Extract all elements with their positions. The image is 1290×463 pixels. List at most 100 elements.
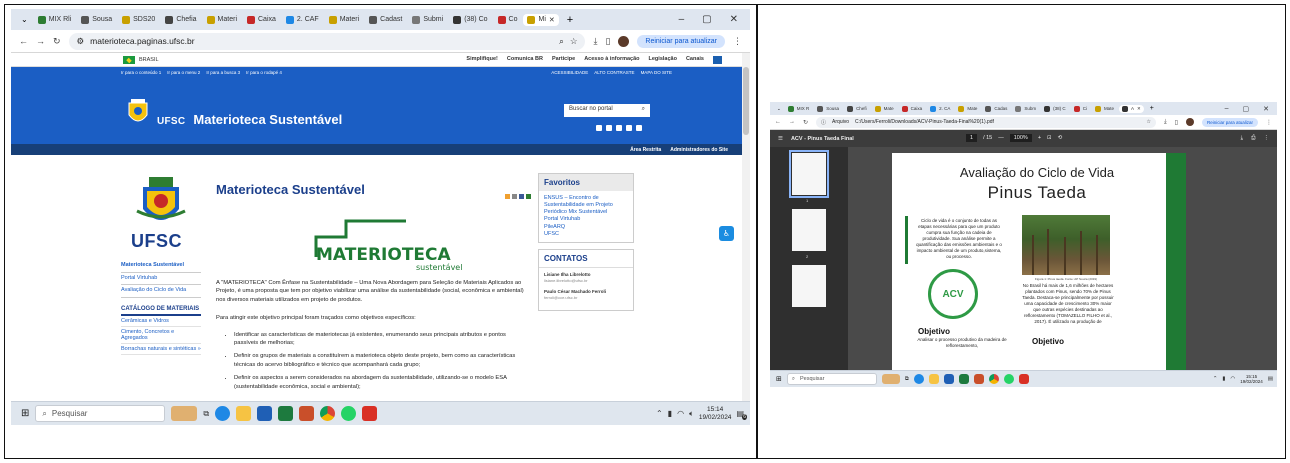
back-arrow-icon[interactable]: ← [19,36,28,46]
bookmark-star-icon[interactable]: ☆ [1147,119,1151,125]
browser-tab[interactable]: Materi [203,14,241,26]
sidepanel-icon[interactable]: ▯ [605,36,610,47]
update-button[interactable]: Reiniciar para atualizar [637,34,725,48]
download-icon[interactable]: ⤓ [593,36,597,47]
browser-tab[interactable]: Materi [325,14,363,26]
ufsc-logo-icon[interactable] [133,173,189,229]
excel-icon[interactable] [958,374,969,384]
zoom-in-icon[interactable]: + [1038,135,1041,141]
update-button[interactable]: Reiniciar para atualizar [1201,117,1258,127]
maximize-icon[interactable]: ▢ [1243,105,1250,113]
taskbar-clock[interactable]: 15:15 19/02/2024 [1240,374,1263,384]
tab-search-icon[interactable]: ⌄ [775,106,783,112]
minimize-icon[interactable]: – [679,14,685,25]
taskbar-search-input[interactable]: ⌕ Pesquisar [35,405,166,422]
browser-tab[interactable]: SDS20 [118,14,159,26]
windows-start-icon[interactable]: ⊞ [776,375,782,383]
download-icon[interactable]: ⤓ [1164,119,1167,126]
favorite-link[interactable]: PileARQ [544,224,628,231]
side-nav-item[interactable]: Materioteca Sustentável [121,260,201,273]
powerpoint-icon[interactable] [973,374,984,384]
favorite-link[interactable]: UFSC [544,231,628,238]
maximize-icon[interactable]: ▢ [702,14,711,25]
profile-avatar-icon[interactable] [618,35,630,47]
restricted-link[interactable]: Área Restrita [630,147,661,153]
tray-chevron-icon[interactable]: ⌃ [656,409,663,418]
forward-arrow-icon[interactable]: → [789,119,795,125]
contact-email[interactable]: ferroli@cce.ufsc.br [544,295,628,300]
whatsapp-icon[interactable] [1003,374,1014,384]
browser-tab[interactable]: A ✕ [1118,104,1144,113]
gov-menu-icon[interactable] [713,56,722,64]
catalog-item[interactable]: Cerâmicas e Vidros [121,316,201,328]
gov-brasil[interactable]: BRASIL [123,56,159,64]
zoom-out-icon[interactable]: — [998,135,1004,141]
volume-icon[interactable]: 🔈︎ [689,409,694,419]
excel-icon[interactable] [278,406,294,421]
profile-avatar-icon[interactable] [1185,118,1194,126]
file-info-icon[interactable]: ⓘ [821,119,826,126]
print-icon[interactable] [505,194,510,199]
sidepanel-icon[interactable]: ▯ [1175,119,1178,126]
edge-icon[interactable] [215,406,231,421]
gov-link[interactable]: Legislação [649,56,677,64]
contact-email[interactable]: lisiane.librelotto@ufsc.br [544,278,628,283]
pdf-page-input[interactable]: 1 [966,134,978,142]
whatsapp-icon[interactable] [341,406,357,421]
forward-arrow-icon[interactable]: → [36,36,45,46]
close-icon[interactable]: ✕ [1263,105,1269,113]
favorite-link[interactable]: Portal Virtuhab [544,216,628,223]
twitter-share-icon[interactable] [526,194,531,199]
facebook-share-icon[interactable] [519,194,524,199]
browser-tab[interactable]: Mate [872,105,897,113]
chrome-icon[interactable] [320,406,336,421]
word-icon[interactable] [943,374,954,384]
new-tab-button[interactable]: + [561,14,579,26]
powerpoint-icon[interactable] [299,406,315,421]
reload-icon[interactable]: ↻ [53,36,61,47]
task-view-icon[interactable]: ⧉ [905,376,909,383]
browser-tab[interactable]: Sousa [77,14,116,26]
browser-tab[interactable]: 2. CA [927,105,953,113]
accessibility-link[interactable]: ACESSIBILIDADE [551,70,588,75]
browser-tab[interactable]: Caixa [243,14,280,26]
site-brand[interactable]: UFSC Materioteca Sustentável [127,99,342,127]
browser-tab[interactable]: MIX R [785,105,813,113]
network-icon[interactable]: ▮ [668,409,672,418]
tab-search-icon[interactable]: ⌄ [17,15,32,24]
twitter-icon[interactable] [606,125,612,131]
word-icon[interactable] [257,406,273,421]
browser-tab[interactable]: MIX Rli [34,14,76,26]
pdf-menu-icon[interactable]: ☰ [778,136,783,142]
email-share-icon[interactable] [512,194,517,199]
browser-tab[interactable]: Sousa [814,105,842,113]
notifications-icon[interactable]: ▤ [1268,376,1273,382]
edge-icon[interactable] [913,374,924,384]
pdf-print-icon[interactable]: ⎙ [1251,135,1255,142]
browser-tab[interactable]: (38) C [1041,105,1069,113]
taskbar-clock[interactable]: 15:14 19/02/2024 [699,406,732,421]
browser-tab[interactable]: Mi ✕ [523,13,559,26]
browser-tab[interactable]: Ci [1071,105,1090,113]
fit-page-icon[interactable]: ⊡ [1047,135,1052,141]
browser-tab[interactable]: (38) Co [449,14,491,26]
taskbar-search-input[interactable]: ⌕ Pesquisar [786,373,877,385]
acrobat-icon[interactable] [362,406,378,421]
browser-tab[interactable]: Cadas [982,105,1010,113]
search-icon[interactable]: ⌕ [642,106,645,115]
browser-tab[interactable]: 2. CAF [282,14,323,26]
bookmark-star-icon[interactable]: ☆ [570,36,578,47]
skip-link[interactable]: Ir para o rodapé 4 [246,70,282,75]
browser-tab[interactable]: Submi [408,14,447,26]
scrollbar-thumb[interactable] [743,67,749,135]
browser-tab[interactable]: Caixa [899,105,926,113]
browser-tab[interactable]: Chefi [844,105,870,113]
gov-link[interactable]: Participe [552,56,575,64]
flickr-icon[interactable] [596,125,602,131]
close-icon[interactable]: ✕ [730,14,738,25]
portal-search-input[interactable]: Buscar no portal ⌕ [564,104,650,117]
wifi-icon[interactable]: ◠ [677,409,684,418]
menu-kebab-icon[interactable]: ⋮ [1266,119,1272,126]
browser-tab[interactable]: Subm [1012,105,1039,113]
favorite-link[interactable]: Periódico Mix Sustentável [544,209,628,216]
